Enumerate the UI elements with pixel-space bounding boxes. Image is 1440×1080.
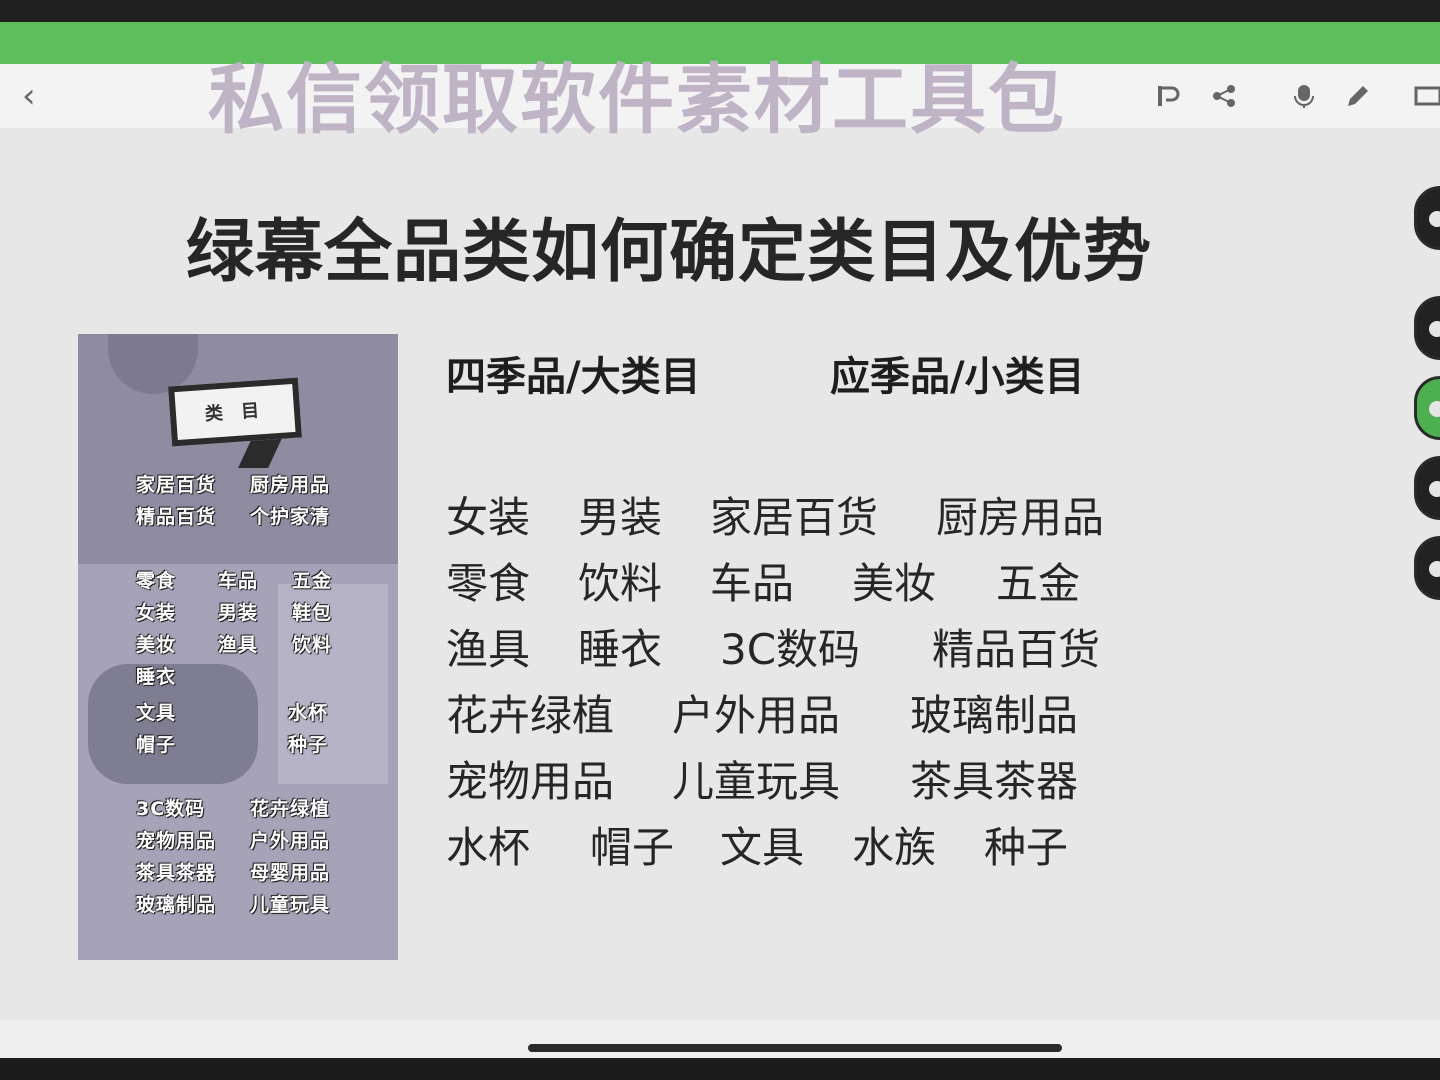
poster-item: 水杯 <box>288 702 329 724</box>
poster-item: 宠物用品 <box>136 830 217 852</box>
category-item: 女装 <box>446 493 531 542</box>
rotate-icon[interactable] <box>1154 82 1182 110</box>
poster-item: 家居百货 <box>136 474 217 496</box>
poster-item: 玻璃制品 <box>136 894 217 916</box>
heading-seasonal: 应季品/小类目 <box>830 354 1085 400</box>
category-item: 零食 <box>446 559 531 608</box>
poster-item: 男装 <box>218 602 259 624</box>
category-item: 水杯 <box>446 823 531 872</box>
poster-item: 女装 <box>136 602 177 624</box>
poster-item: 厨房用品 <box>250 474 331 496</box>
back-button[interactable]: ‹ <box>22 78 52 114</box>
share-icon[interactable] <box>1210 82 1238 110</box>
category-item: 饮料 <box>578 559 663 608</box>
poster-item: 户外用品 <box>250 830 331 852</box>
poster-item: 精品百货 <box>136 506 217 528</box>
window-icon[interactable] <box>1412 82 1440 110</box>
category-item: 茶具茶器 <box>910 757 1079 806</box>
slide-title: 绿幕全品类如何确定类目及优势 <box>186 213 1153 292</box>
poster-item: 儿童玩具 <box>250 894 331 916</box>
chevron-left-icon: ‹ <box>22 76 36 116</box>
home-indicator[interactable] <box>528 1044 1062 1052</box>
bottom-area <box>0 1020 1440 1058</box>
category-item: 厨房用品 <box>936 493 1105 542</box>
poster-item: 美妆 <box>136 634 177 656</box>
category-item: 花卉绿植 <box>446 691 615 740</box>
category-item: 3C数码 <box>720 625 861 674</box>
pen-icon[interactable] <box>1344 82 1372 110</box>
poster-item: 渔具 <box>218 634 259 656</box>
category-item: 车品 <box>710 559 795 608</box>
heading-four-season: 四季品/大类目 <box>446 354 701 400</box>
poster-item: 茶具茶器 <box>136 862 217 884</box>
nav-dot-icon <box>1429 211 1440 227</box>
poster-item: 种子 <box>288 734 329 756</box>
category-item: 儿童玩具 <box>672 757 841 806</box>
poster-item: 花卉绿植 <box>250 798 331 820</box>
poster-label: 类 目 <box>204 399 266 426</box>
nav-dot-icon <box>1429 401 1440 417</box>
poster-item: 零食 <box>136 570 177 592</box>
poster-item: 鞋包 <box>292 602 333 624</box>
category-item: 男装 <box>578 493 663 542</box>
poster-item: 车品 <box>218 570 259 592</box>
poster-item: 帽子 <box>136 734 177 756</box>
poster-item: 个护家清 <box>250 506 331 528</box>
poster-item: 睡衣 <box>136 666 177 688</box>
poster-item: 母婴用品 <box>250 862 331 884</box>
nav-dot-icon <box>1429 321 1440 337</box>
poster-item: 五金 <box>292 570 333 592</box>
category-item: 种子 <box>984 823 1069 872</box>
watermark-text: 私信领取软件素材工具包 <box>208 55 1066 144</box>
poster-item: 3C数码 <box>136 798 206 820</box>
category-item: 渔具 <box>446 625 531 674</box>
bottom-bar <box>0 1058 1440 1080</box>
microphone-icon[interactable] <box>1290 82 1318 110</box>
category-item: 玻璃制品 <box>910 691 1079 740</box>
nav-dot-icon <box>1429 481 1440 497</box>
poster-item: 文具 <box>136 702 177 724</box>
poster-label-box: 类 目 <box>168 377 302 447</box>
category-poster-image: 类 目 家居百货 厨房用品 精品百货 个护家清 零食 车品 五金 女装 男装 鞋… <box>78 334 398 960</box>
category-item: 美妆 <box>852 559 937 608</box>
category-item: 文具 <box>720 823 805 872</box>
category-item: 家居百货 <box>710 493 879 542</box>
category-item: 户外用品 <box>672 691 841 740</box>
category-item: 睡衣 <box>578 625 663 674</box>
poster-item: 饮料 <box>292 634 333 656</box>
nav-dot-icon <box>1429 561 1440 577</box>
category-item: 水族 <box>852 823 937 872</box>
category-item: 精品百货 <box>932 625 1101 674</box>
category-item: 五金 <box>996 559 1081 608</box>
category-item: 帽子 <box>590 823 675 872</box>
category-item: 宠物用品 <box>446 757 615 806</box>
status-bar <box>0 0 1440 22</box>
